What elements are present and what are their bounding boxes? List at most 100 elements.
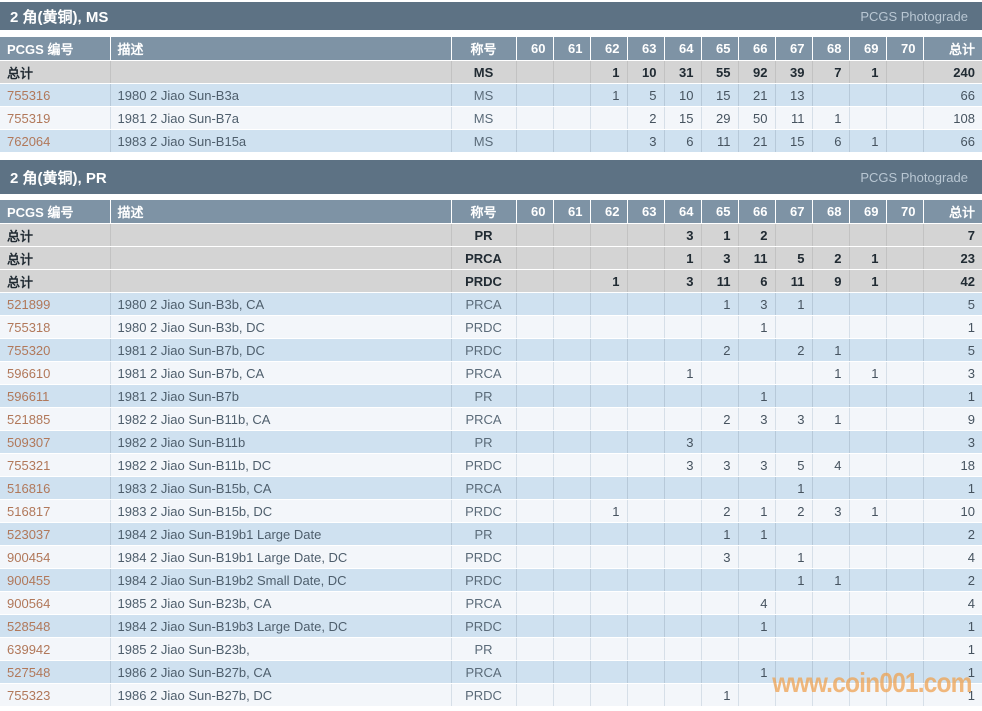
grade-66-count-cell: 1 [737,499,775,523]
grade-60-count-cell [515,106,553,130]
grade-62-count-cell [589,407,627,431]
grade-68-count-cell: 1 [811,106,849,130]
pcgs-number-link[interactable]: 900454 [0,545,110,569]
pcgs-number-link[interactable]: 639942 [0,637,110,661]
pcgs-number-link[interactable]: 755320 [0,338,110,362]
designation-cell: PRDC [450,614,516,638]
grade-64-count-cell [663,591,701,615]
grade-68-count-cell: 1 [811,361,849,385]
section-header-band: 2 角(黄铜), PR PCGS Photograde [0,160,982,194]
grade-61-count-cell [552,106,590,130]
designation-cell: PR [450,384,516,408]
col-header-grade-65: 65 [700,200,738,224]
grade-62-count-cell [589,384,627,408]
grade-62-count-cell [589,361,627,385]
grade-69-count-cell: 1 [848,60,886,84]
pcgs-number-link[interactable]: 755318 [0,315,110,339]
pcgs-number-link[interactable]: 762064 [0,129,110,153]
grade-68-count-cell [811,545,849,569]
totals-label: 总计 [0,246,110,270]
grade-62-count-cell [589,476,627,500]
grade-60-count-cell [515,223,553,247]
grade-63-count-cell [626,614,664,638]
pcgs-number-link[interactable]: 521885 [0,407,110,431]
col-header-grade-69: 69 [848,200,886,224]
col-header-grade-60: 60 [515,200,553,224]
table-row: 521899 1980 2 Jiao Sun-B3b, CA PRCA 1 3 1 5 [0,292,982,316]
grade-64-count-cell: 6 [663,129,701,153]
pcgs-number-link[interactable]: 528548 [0,614,110,638]
pcgs-number-link[interactable]: 900455 [0,568,110,592]
grade-64-count-cell: 31 [663,60,701,84]
designation-cell: PRDC [450,453,516,477]
grade-65-count-cell: 2 [700,499,738,523]
designation-cell: PRCA [450,361,516,385]
pcgs-number-link[interactable]: 523037 [0,522,110,546]
grade-69-count-cell [848,545,886,569]
grade-66-count-cell: 21 [737,129,775,153]
grade-68-count-cell: 9 [811,269,849,293]
grade-63-count-cell [626,453,664,477]
grade-63-count-cell [626,269,664,293]
grade-63-count-cell: 3 [626,129,664,153]
grade-62-count-cell: 1 [589,60,627,84]
row-total-cell: 1 [922,683,982,707]
grade-69-count-cell [848,568,886,592]
row-total-cell: 42 [922,269,982,293]
table-row: 762064 1983 2 Jiao Sun-B15a MS 3 6 11 21 15 6 1 66 [0,129,982,153]
grade-70-count-cell [885,60,923,84]
pcgs-number-link[interactable]: 527548 [0,660,110,684]
grade-60-count-cell [515,568,553,592]
designation-cell: PRCA [450,476,516,500]
pcgs-number-link[interactable]: 516817 [0,499,110,523]
grade-62-count-cell: 1 [589,499,627,523]
grade-64-count-cell [663,407,701,431]
pcgs-number-link[interactable]: 900564 [0,591,110,615]
grade-63-count-cell [626,637,664,661]
grade-66-count-cell [737,568,775,592]
table-row: 755320 1981 2 Jiao Sun-B7b, DC PRDC 2 2 1 5 [0,338,982,362]
pcgs-number-link[interactable]: 755319 [0,106,110,130]
grade-63-count-cell [626,407,664,431]
pcgs-number-link[interactable]: 755316 [0,83,110,107]
pcgs-number-link[interactable]: 596610 [0,361,110,385]
grade-61-count-cell [552,60,590,84]
grade-61-count-cell [552,683,590,707]
pcgs-number-link[interactable]: 516816 [0,476,110,500]
grade-63-count-cell: 2 [626,106,664,130]
col-header-grade-66: 66 [737,37,775,61]
grade-61-count-cell [552,568,590,592]
pcgs-number-link[interactable]: 755321 [0,453,110,477]
col-header-grade-61: 61 [552,37,590,61]
grade-68-count-cell: 1 [811,568,849,592]
grade-64-count-cell [663,499,701,523]
grade-62-count-cell [589,545,627,569]
grade-65-count-cell: 15 [700,83,738,107]
pcgs-number-link[interactable]: 755323 [0,683,110,707]
pcgs-number-link[interactable]: 521899 [0,292,110,316]
designation-cell: PRDC [450,683,516,707]
grade-61-count-cell [552,476,590,500]
pcgs-number-link[interactable]: 596611 [0,384,110,408]
pcgs-number-link[interactable]: 509307 [0,430,110,454]
grade-67-count-cell: 1 [774,476,812,500]
grade-64-count-cell [663,292,701,316]
grade-60-count-cell [515,660,553,684]
col-header-grade-67: 67 [774,200,812,224]
pcgs-photograde-link[interactable]: PCGS Photograde [860,9,968,24]
grade-62-count-cell [589,315,627,339]
grade-61-count-cell [552,407,590,431]
grade-63-count-cell [626,545,664,569]
grade-62-count-cell [589,223,627,247]
grade-61-count-cell [552,361,590,385]
grade-66-count-cell [737,476,775,500]
grade-64-count-cell: 3 [663,453,701,477]
grade-62-count-cell [589,637,627,661]
pcgs-population-report-page: 2 角(黄铜), MS PCGS Photograde PCGS 编号 描述 称… [0,2,982,711]
grade-62-count-cell [589,660,627,684]
pcgs-photograde-link[interactable]: PCGS Photograde [860,170,968,185]
designation-cell: PRDC [450,338,516,362]
grade-70-count-cell [885,614,923,638]
col-header-grade-61: 61 [552,200,590,224]
grade-65-count-cell: 1 [700,223,738,247]
